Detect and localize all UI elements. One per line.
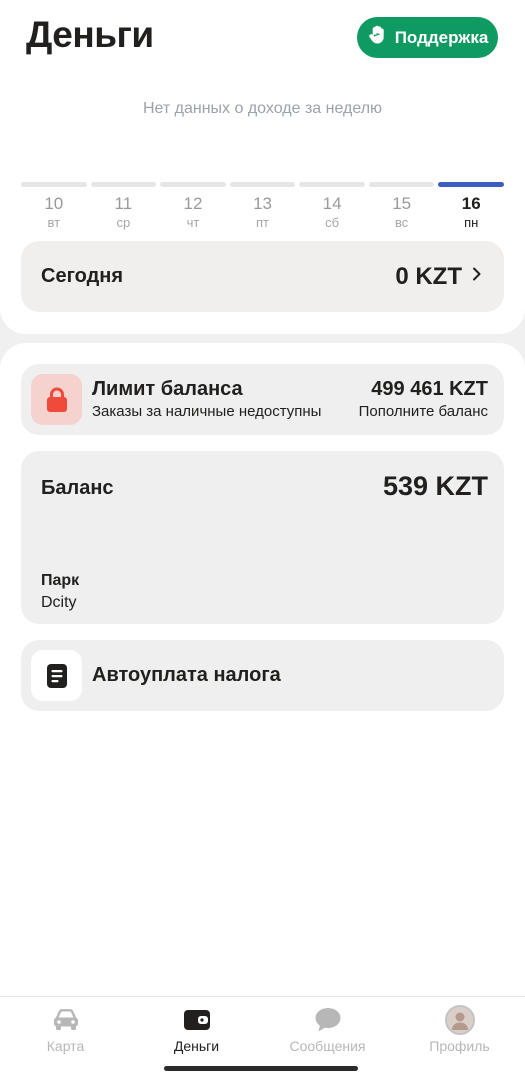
day-number: 14 [322,194,342,213]
day-bar [21,182,87,187]
day-weekday: вт [47,215,61,230]
today-label: Сегодня [41,265,124,287]
day-selector: 10 вт 11 ср 12 чт 13 пт 14 сб 15 вс 16 п… [21,182,505,232]
today-amount: 0 KZT [395,262,462,290]
day-bar [90,182,157,187]
tab-label: Деньги [173,1038,220,1054]
support-label: Поддержка [394,27,489,47]
day-number: 12 [183,194,203,213]
day-number: 13 [253,194,272,213]
limit-title: Лимит баланса [92,378,243,400]
top-up-hint: Пополните баланс [358,403,488,420]
day-15[interactable]: 15 вс [368,182,435,232]
tab-messages[interactable]: Сообщения [262,1005,393,1054]
day-number: 16 [461,194,481,213]
day-14[interactable]: 14 сб [299,182,365,232]
day-weekday: пн [464,215,479,230]
tab-money[interactable]: Деньги [131,1005,262,1054]
day-bar [438,182,505,187]
hand-icon [367,24,389,51]
avatar [444,1005,475,1035]
day-weekday: сб [325,215,340,230]
lock-icon [31,374,82,425]
day-weekday: пт [256,215,270,230]
tab-label: Профиль [429,1038,490,1054]
balance-limit-card[interactable]: Лимит баланса Заказы за наличные недосту… [21,364,504,435]
tax-autopay-card[interactable]: Автоуплата налога [21,640,504,711]
limit-subtitle: Заказы за наличные недоступны [92,403,322,420]
balance-amount: 539 KZT [382,471,488,501]
page-title: Деньги [26,14,154,55]
income-section: Деньги Поддержка Нет данных о доходе за … [0,0,525,334]
tab-label: Карта [46,1038,85,1054]
day-bar [299,182,365,187]
day-13[interactable]: 13 пт [229,182,296,232]
day-weekday: ср [116,215,131,230]
day-number: 15 [392,194,412,213]
day-11[interactable]: 11 ср [90,182,157,232]
no-income-text: Нет данных о доходе за неделю [142,100,383,117]
tab-map[interactable]: Карта [0,1005,131,1054]
balance-label: Баланс [41,477,114,499]
limit-amount: 499 461 KZT [371,378,488,400]
park-name: Dcity [41,594,77,611]
day-weekday: вс [395,215,409,230]
today-earnings-row[interactable]: Сегодня 0 KZT [21,241,504,312]
day-12[interactable]: 12 чт [160,182,226,232]
tab-profile[interactable]: Профиль [394,1005,525,1054]
day-weekday: чт [186,215,200,230]
chat-icon [262,1005,393,1035]
day-bar [160,182,226,187]
day-10[interactable]: 10 вт [21,182,87,232]
day-16-selected[interactable]: 16 пн [438,182,505,232]
wallet-icon [131,1005,262,1035]
car-icon [0,1005,131,1035]
day-number: 10 [44,194,64,213]
day-bar [229,182,296,187]
day-bar [368,182,435,187]
chevron-right-icon [470,267,484,286]
park-label: Парк [41,572,80,589]
tab-label: Сообщения [289,1038,366,1054]
balance-card[interactable]: Баланс 539 KZT Парк Dcity [21,451,504,624]
home-indicator [164,1066,358,1071]
money-screen: Деньги Поддержка Нет данных о доходе за … [0,0,525,1080]
day-number: 11 [114,194,133,213]
tax-autopay-label: Автоуплата налога [92,664,281,686]
document-icon [31,650,82,701]
support-button[interactable]: Поддержка [357,17,498,58]
